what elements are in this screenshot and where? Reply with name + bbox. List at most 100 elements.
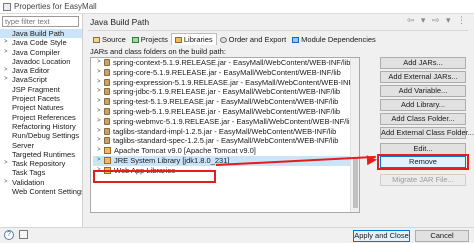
jar-icon: [104, 88, 110, 96]
build-path-label: JARs and class folders on the build path…: [90, 47, 226, 56]
add-library-button[interactable]: Add Library...: [380, 99, 466, 111]
jar-icon: [104, 117, 110, 125]
nav-item-java-code-style[interactable]: Java Code Style: [0, 38, 82, 48]
expand-arrow-icon[interactable]: >: [97, 117, 101, 127]
help-icon[interactable]: ?: [4, 230, 14, 240]
tree-row-label: JRE System Library [jdk1.8.0_231]: [114, 155, 230, 165]
library-icon: [104, 147, 111, 155]
tab-label: Module Dependencies: [301, 35, 376, 44]
nav-item-project-natures[interactable]: Project Natures: [0, 103, 82, 112]
expand-arrow-icon[interactable]: >: [97, 107, 101, 117]
import-export-icon[interactable]: [19, 230, 28, 239]
source-folder-icon: [93, 37, 100, 44]
expand-arrow-icon[interactable]: >: [97, 146, 101, 156]
tree-row-label: spring-webmvc-5.1.9.RELEASE.jar - EasyMa…: [113, 116, 354, 126]
tree-row-label: Web App Libraries: [114, 165, 176, 175]
libraries-tree-rows: > spring-context-5.1.9.RELEASE.jar - Easy…: [93, 58, 359, 176]
nav-item-project-references[interactable]: Project References: [0, 113, 82, 122]
jar-icon: [104, 68, 110, 76]
add-class-folder-button[interactable]: Add Class Folder...: [380, 113, 466, 125]
header-divider: [88, 30, 468, 31]
build-path-tabs: Source Projects Libraries Order and Export M…: [90, 33, 379, 45]
nav-item-java-build-path[interactable]: Java Build Path: [0, 29, 82, 39]
jar-entry[interactable]: > taglibs-standard-spec-1.2.5.jar - EasyM…: [93, 136, 350, 146]
tab-label: Source: [102, 35, 126, 44]
jar-entry[interactable]: > spring-web-5.1.9.RELEASE.jar - EasyMall…: [93, 107, 350, 117]
expand-arrow-icon[interactable]: >: [97, 68, 101, 78]
jar-entry[interactable]: > spring-webmvc-5.1.9.RELEASE.jar - EasyM…: [93, 117, 354, 127]
nav-item-java-editor[interactable]: Java Editor: [0, 66, 82, 76]
jar-entry[interactable]: > spring-jdbc-5.1.9.RELEASE.jar - EasyMal…: [93, 87, 350, 97]
add-variable-button[interactable]: Add Variable...: [380, 85, 466, 97]
nav-item-javascript[interactable]: JavaScript: [0, 75, 82, 85]
nav-item-project-facets[interactable]: Project Facets: [0, 94, 82, 103]
apply-and-close-button[interactable]: Apply and Close: [353, 230, 410, 242]
expand-arrow-icon[interactable]: >: [97, 87, 101, 97]
expand-arrow-icon[interactable]: >: [97, 166, 101, 176]
jar-entry[interactable]: > spring-test-5.1.9.RELEASE.jar - EasyMal…: [93, 97, 350, 107]
jar-icon: [104, 137, 110, 145]
tab-label: Order and Export: [228, 35, 287, 44]
library-icon: [104, 166, 111, 174]
nav-item-javadoc-location[interactable]: Javadoc Location: [0, 57, 82, 66]
migrate-jar-button[interactable]: Migrate JAR File...: [380, 174, 466, 186]
module-dependencies-icon: [292, 37, 300, 44]
tree-row-label: taglibs-standard-impl-1.2.5.jar - EasyMa…: [113, 126, 337, 136]
footer-divider: [0, 227, 474, 228]
filter-input[interactable]: [2, 16, 79, 27]
tab-order-and-export[interactable]: Order and Export: [217, 34, 290, 46]
tree-row-label: spring-test-5.1.9.RELEASE.jar - EasyMall…: [113, 97, 339, 107]
tree-row-label: Apache Tomcat v9.0 [Apache Tomcat v9.0]: [114, 146, 256, 156]
expand-arrow-icon[interactable]: >: [97, 58, 101, 68]
history-nav-arrows[interactable]: ⇦ ▾ ⇨ ▾ ⋮: [407, 15, 468, 26]
expand-arrow-icon[interactable]: >: [97, 127, 101, 137]
libraries-icon: [174, 37, 182, 44]
page-title: Java Build Path: [90, 17, 150, 27]
library-icon: [104, 156, 111, 164]
tree-row-label: spring-jdbc-5.1.9.RELEASE.jar - EasyMall…: [113, 87, 341, 97]
nav-item-java-compiler[interactable]: Java Compiler: [0, 48, 82, 58]
edit-button[interactable]: Edit...: [380, 143, 466, 155]
nav-item-validation[interactable]: Validation: [0, 178, 82, 188]
tree-row-label: spring-context-5.1.9.RELEASE.jar - EasyM…: [113, 58, 351, 67]
tab-module-dependencies[interactable]: Module Dependencies: [289, 34, 379, 46]
nav-item-run-debug-settings[interactable]: Run/Debug Settings: [0, 131, 82, 140]
nav-item-targeted-runtimes[interactable]: Targeted Runtimes: [0, 150, 82, 159]
add-external-jars-button[interactable]: Add External JARs...: [380, 71, 466, 83]
tab-source[interactable]: Source: [90, 34, 129, 46]
tab-projects[interactable]: Projects: [129, 34, 171, 46]
library-entry[interactable]: > Web App Libraries: [93, 166, 350, 176]
nav-item-jsp-fragment[interactable]: JSP Fragment: [0, 85, 82, 94]
title-bar: Properties for EasyMall: [0, 0, 474, 14]
order-export-icon: [219, 37, 227, 44]
tab-label: Libraries: [183, 35, 213, 44]
jar-icon: [104, 98, 110, 106]
tree-row-label: spring-expression-5.1.9.RELEASE.jar - Ea…: [113, 77, 360, 87]
jar-entry[interactable]: > taglibs-standard-impl-1.2.5.jar - EasyM…: [93, 127, 350, 137]
nav-item-refactoring-history[interactable]: Refactoring History: [0, 122, 82, 131]
libraries-tree[interactable]: > spring-context-5.1.9.RELEASE.jar - Easy…: [90, 57, 360, 213]
expand-arrow-icon[interactable]: >: [97, 97, 101, 107]
nav-item-task-tags[interactable]: Task Tags: [0, 168, 82, 177]
remove-button[interactable]: Remove: [380, 156, 466, 168]
properties-nav-panel: Java Build PathJava Code StyleJava Compi…: [0, 14, 83, 227]
jar-entry[interactable]: > spring-core-5.1.9.RELEASE.jar - EasyMal…: [93, 68, 350, 78]
nav-item-server[interactable]: Server: [0, 141, 82, 150]
tree-vertical-scrollbar[interactable]: [350, 58, 359, 212]
jar-entry[interactable]: > spring-expression-5.1.9.RELEASE.jar - E…: [93, 78, 359, 88]
expand-arrow-icon[interactable]: >: [97, 136, 101, 146]
expand-arrow-icon[interactable]: >: [97, 156, 101, 166]
tab-libraries[interactable]: Libraries: [170, 33, 217, 45]
projects-icon: [131, 37, 139, 44]
expand-arrow-icon[interactable]: >: [97, 78, 101, 88]
library-entry[interactable]: > Apache Tomcat v9.0 [Apache Tomcat v9.0]: [93, 146, 350, 156]
add-jars-button[interactable]: Add JARs...: [380, 57, 466, 69]
cancel-button[interactable]: Cancel: [415, 230, 469, 242]
nav-item-web-content-settings[interactable]: Web Content Settings: [0, 187, 82, 196]
scrollbar-thumb[interactable]: [353, 158, 358, 208]
annotation-arrow-head: [366, 154, 378, 166]
jar-entry[interactable]: > spring-context-5.1.9.RELEASE.jar - Easy…: [93, 58, 350, 68]
add-external-class-folder-button[interactable]: Add External Class Folder...: [380, 127, 474, 139]
app-icon: [3, 3, 11, 11]
nav-item-task-repository[interactable]: Task Repository: [0, 159, 82, 169]
